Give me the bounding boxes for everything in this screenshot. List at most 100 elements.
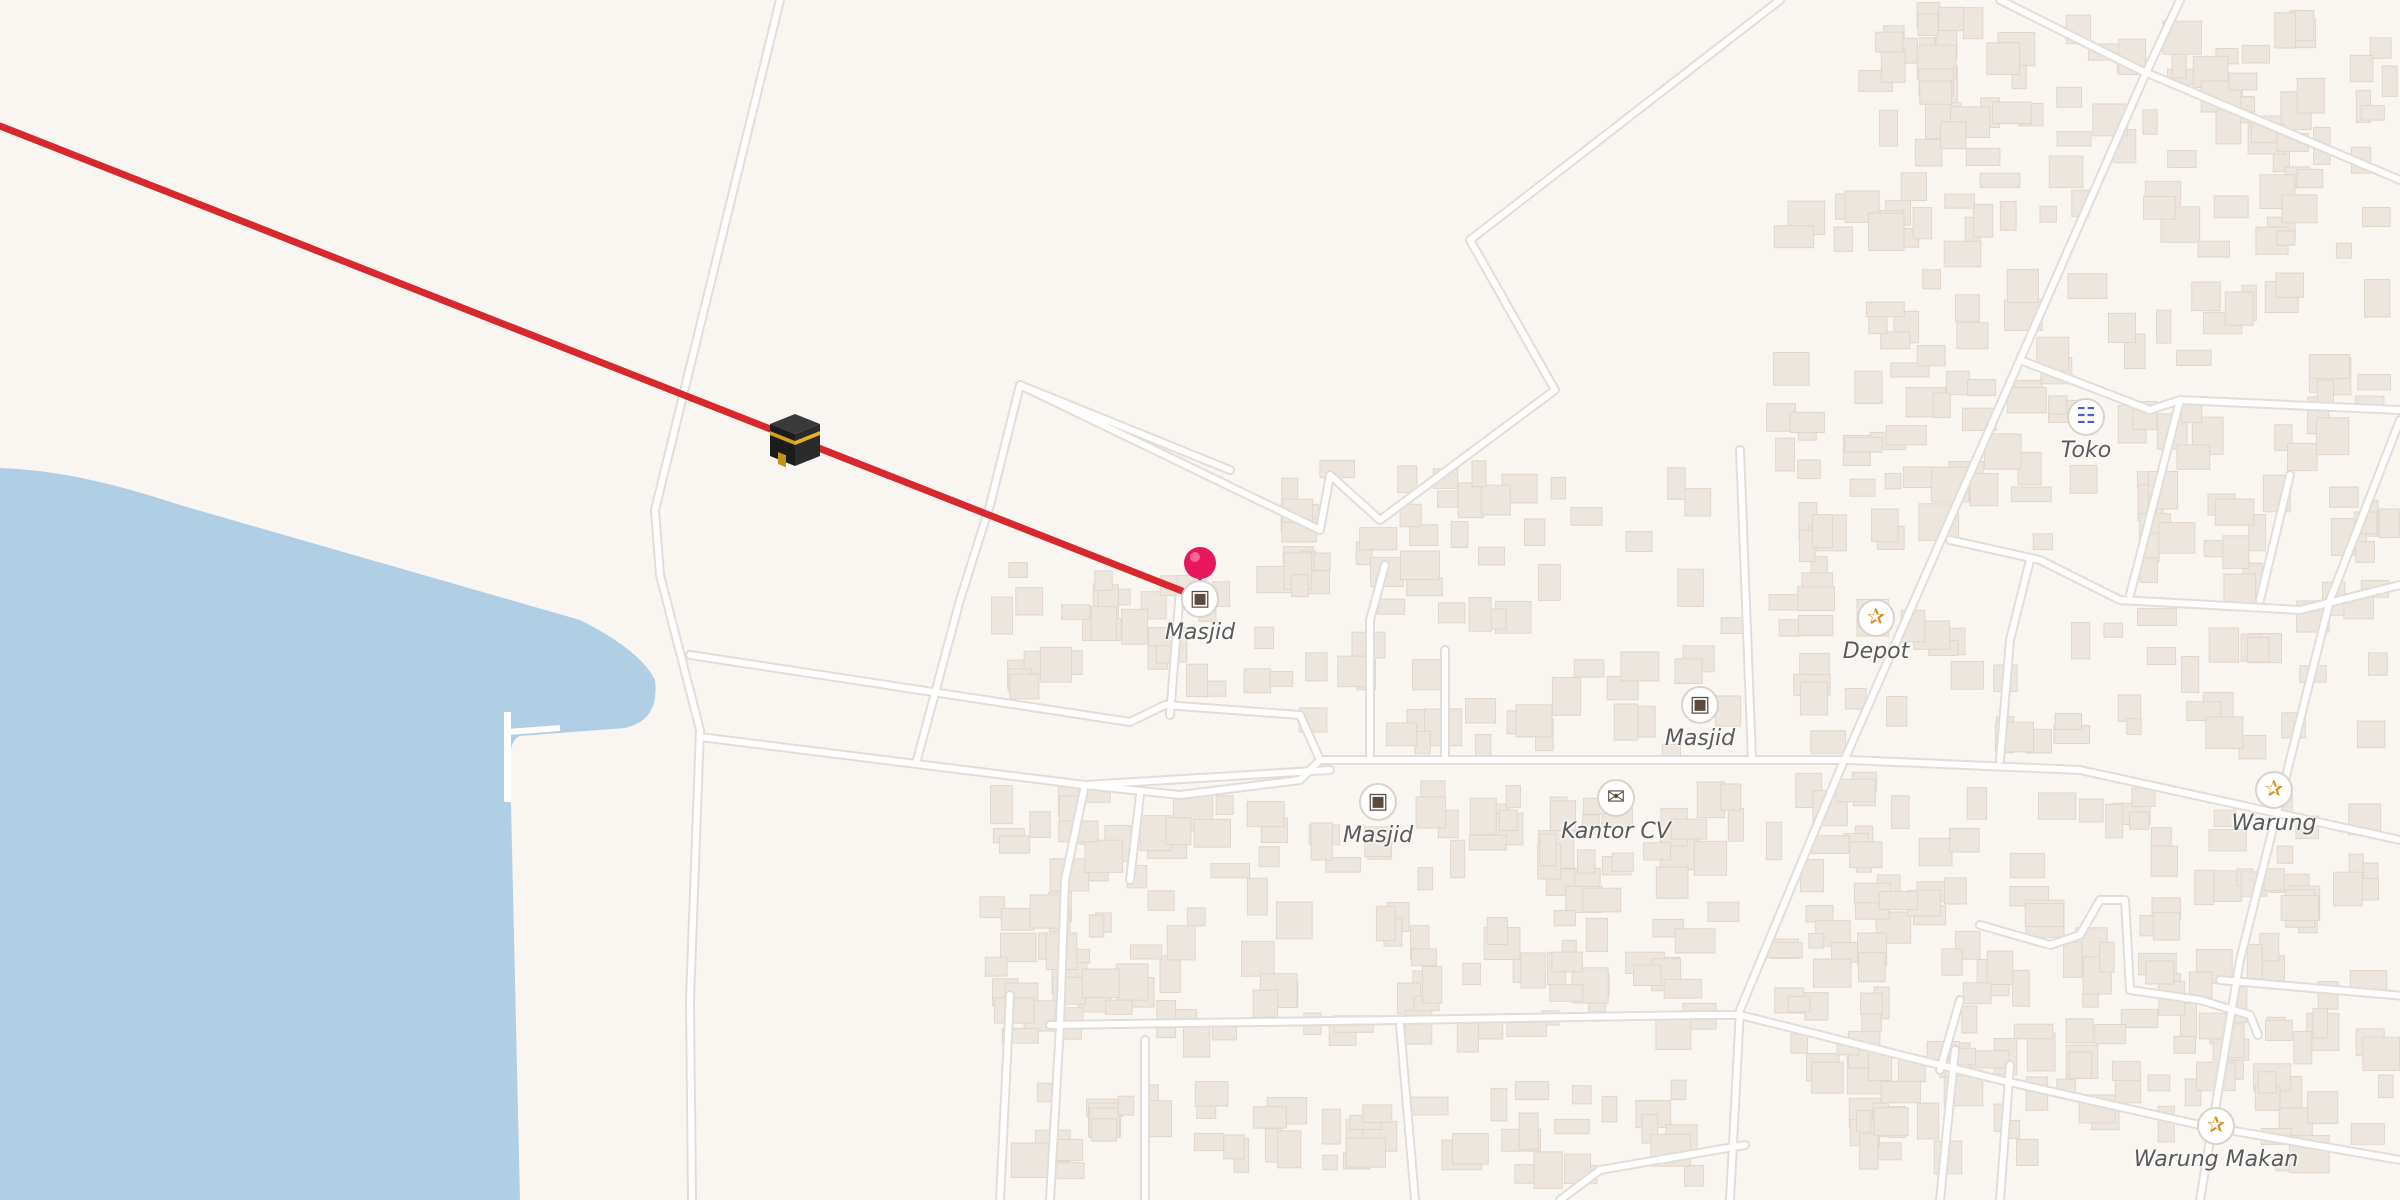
building [1091, 1118, 1118, 1142]
building [1193, 818, 1231, 848]
building [1490, 608, 1507, 630]
poi-label: Warung [2231, 811, 2317, 836]
building [2293, 1030, 2313, 1065]
building [1805, 905, 1834, 923]
poi-masjid-3[interactable]: ▣ Masjid [1288, 783, 1468, 848]
building [2349, 54, 2374, 83]
building [1674, 658, 1703, 684]
building [1570, 507, 1603, 526]
map-view[interactable]: ▣ Masjid ▣ Masjid ▣ Masjid ✉ Kantor CV ✰… [0, 0, 2400, 1200]
building [2246, 944, 2263, 982]
building [1720, 783, 1742, 811]
building [1955, 294, 1980, 322]
building [1765, 821, 1783, 861]
building [2152, 911, 2181, 941]
building [1166, 925, 1196, 961]
building [1486, 917, 1508, 945]
building [1620, 651, 1660, 682]
building [1115, 963, 1149, 1001]
building [1674, 928, 1716, 954]
pier [507, 725, 561, 735]
poi-masjid-1[interactable]: ▣ Masjid [1110, 580, 1290, 645]
building [1775, 437, 1795, 472]
building [2364, 279, 2391, 318]
building [1833, 226, 1853, 252]
building [2126, 718, 2142, 735]
building [1499, 809, 1518, 831]
building [1015, 587, 1044, 616]
building [1684, 488, 1712, 517]
building [1148, 1100, 1172, 1138]
building [2222, 535, 2250, 570]
building [2205, 716, 2244, 749]
building [1961, 1005, 1978, 1034]
road [652, 0, 783, 1200]
building [1193, 1132, 1225, 1152]
building [1938, 6, 1964, 32]
building [1945, 370, 1970, 396]
building [1577, 849, 1596, 874]
building [1465, 698, 1497, 724]
building [1186, 663, 1208, 698]
building [2329, 486, 2359, 508]
mosque-icon: ▣ [1359, 783, 1397, 821]
building [1789, 411, 1825, 434]
building [1868, 315, 1888, 335]
poi-masjid-2[interactable]: ▣ Masjid [1610, 686, 1790, 751]
road [1017, 0, 1783, 533]
building [2214, 498, 2255, 526]
building [2131, 787, 2156, 807]
building [1375, 905, 1396, 942]
building [1956, 322, 1989, 350]
building [2032, 533, 2053, 551]
building [1932, 392, 1951, 419]
building [1670, 1079, 1687, 1100]
building [2039, 205, 2057, 223]
building [1475, 734, 1492, 758]
building [2063, 941, 2083, 978]
building [1875, 31, 1904, 53]
poi-kantor-cv[interactable]: ✉ Kantor CV [1526, 779, 1706, 844]
building [1611, 852, 1634, 872]
building [1533, 1151, 1563, 1189]
poi-label: Warung Makan [2133, 1147, 2299, 1172]
building [1767, 942, 1803, 959]
building [1468, 834, 1507, 851]
building [2129, 811, 2150, 830]
building [1707, 901, 1740, 922]
building [1812, 958, 1852, 988]
building [1970, 1050, 2010, 1069]
building [2263, 868, 2285, 892]
building [1917, 13, 1939, 36]
building [1313, 552, 1331, 571]
building [1573, 659, 1605, 678]
building [1861, 1013, 1882, 1033]
water-body [0, 468, 656, 1200]
building [2362, 207, 2391, 227]
mosque-icon: ▣ [1681, 686, 1719, 724]
kaaba-icon[interactable] [768, 412, 822, 468]
building [2108, 312, 2136, 343]
building [1879, 109, 1898, 147]
building [2146, 647, 2176, 665]
building [1811, 835, 1850, 855]
building [1554, 1118, 1590, 1135]
building [1773, 225, 1815, 249]
building [1973, 203, 1994, 238]
poi-warung[interactable]: ✰ Warung [2184, 771, 2364, 836]
building [1854, 370, 1883, 405]
building [2069, 464, 2098, 494]
building [1243, 668, 1272, 694]
poi-toko[interactable]: ☷ Toko [1996, 398, 2176, 463]
building [1462, 962, 1482, 986]
building [1868, 212, 1905, 252]
building [2280, 895, 2320, 921]
poi-warung-makan[interactable]: ✰ Warung Makan [2126, 1107, 2306, 1172]
building [2120, 1008, 2159, 1029]
poi-depot[interactable]: ✰ Depot [1786, 599, 1966, 664]
building [1655, 1017, 1692, 1050]
building [1940, 121, 1967, 150]
building [1812, 514, 1834, 549]
building [1986, 42, 2021, 75]
building [2181, 656, 2200, 693]
